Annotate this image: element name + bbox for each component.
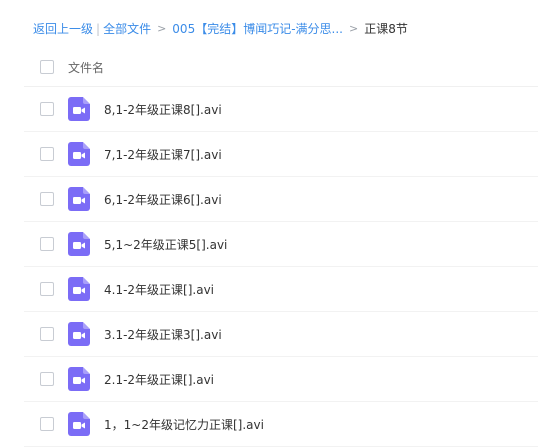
chevron-right-icon: > [157, 22, 167, 35]
file-name[interactable]: 6,1-2年级正课6[].avi [104, 191, 222, 208]
file-checkbox[interactable] [40, 327, 54, 341]
file-row[interactable]: 7,1-2年级正课7[].avi [24, 132, 538, 177]
video-file-icon [54, 277, 90, 301]
file-row[interactable]: 2.1-2年级正课[].avi [24, 357, 538, 402]
video-file-icon [54, 322, 90, 346]
video-file-icon [54, 412, 90, 436]
video-file-icon [54, 97, 90, 121]
breadcrumb-divider: | [96, 22, 101, 36]
video-file-icon [54, 367, 90, 391]
chevron-right-icon: > [348, 22, 359, 35]
column-header-filename: 文件名 [68, 60, 105, 75]
file-name[interactable]: 7,1-2年级正课7[].avi [104, 146, 222, 163]
file-name[interactable]: 8,1-2年级正课8[].avi [104, 101, 222, 118]
file-checkbox[interactable] [40, 282, 54, 296]
file-name[interactable]: 3.1-2年级正课3[].avi [104, 326, 222, 343]
file-row[interactable]: 3.1-2年级正课3[].avi [24, 312, 538, 357]
file-checkbox[interactable] [40, 102, 54, 116]
file-row[interactable]: 5,1~2年级正课5[].avi [24, 222, 538, 267]
file-name[interactable]: 1，1~2年级记忆力正课[].avi [104, 416, 264, 433]
breadcrumb: 返回上一级 | 全部文件 > 005【完结】博闻巧记-满分思... > 正课8节 [33, 19, 408, 39]
file-list: 文件名 8,1-2年级正课8[].avi 7,1-2年级正课7[].avi 6,1-… [24, 48, 538, 447]
video-file-icon [54, 232, 90, 256]
video-file-icon [54, 187, 90, 211]
file-checkbox[interactable] [40, 372, 54, 386]
file-name[interactable]: 4.1-2年级正课[].avi [104, 281, 214, 298]
current-folder: 正课8节 [364, 22, 408, 36]
all-files-link[interactable]: 全部文件 [103, 19, 151, 39]
file-rows: 8,1-2年级正课8[].avi 7,1-2年级正课7[].avi 6,1-2年级正… [24, 87, 538, 447]
file-list-header: 文件名 [24, 48, 538, 87]
video-file-icon [54, 142, 90, 166]
file-checkbox[interactable] [40, 147, 54, 161]
parent-folder-link[interactable]: 005【完结】博闻巧记-满分思... [172, 19, 343, 39]
file-row[interactable]: 4.1-2年级正课[].avi [24, 267, 538, 312]
file-checkbox[interactable] [40, 192, 54, 206]
file-row[interactable]: 8,1-2年级正课8[].avi [24, 87, 538, 132]
select-all-checkbox[interactable] [40, 60, 54, 74]
file-name[interactable]: 2.1-2年级正课[].avi [104, 371, 214, 388]
back-link[interactable]: 返回上一级 [33, 19, 93, 39]
file-row[interactable]: 1，1~2年级记忆力正课[].avi [24, 402, 538, 447]
file-row[interactable]: 6,1-2年级正课6[].avi [24, 177, 538, 222]
file-name[interactable]: 5,1~2年级正课5[].avi [104, 236, 227, 253]
file-checkbox[interactable] [40, 237, 54, 251]
file-checkbox[interactable] [40, 417, 54, 431]
